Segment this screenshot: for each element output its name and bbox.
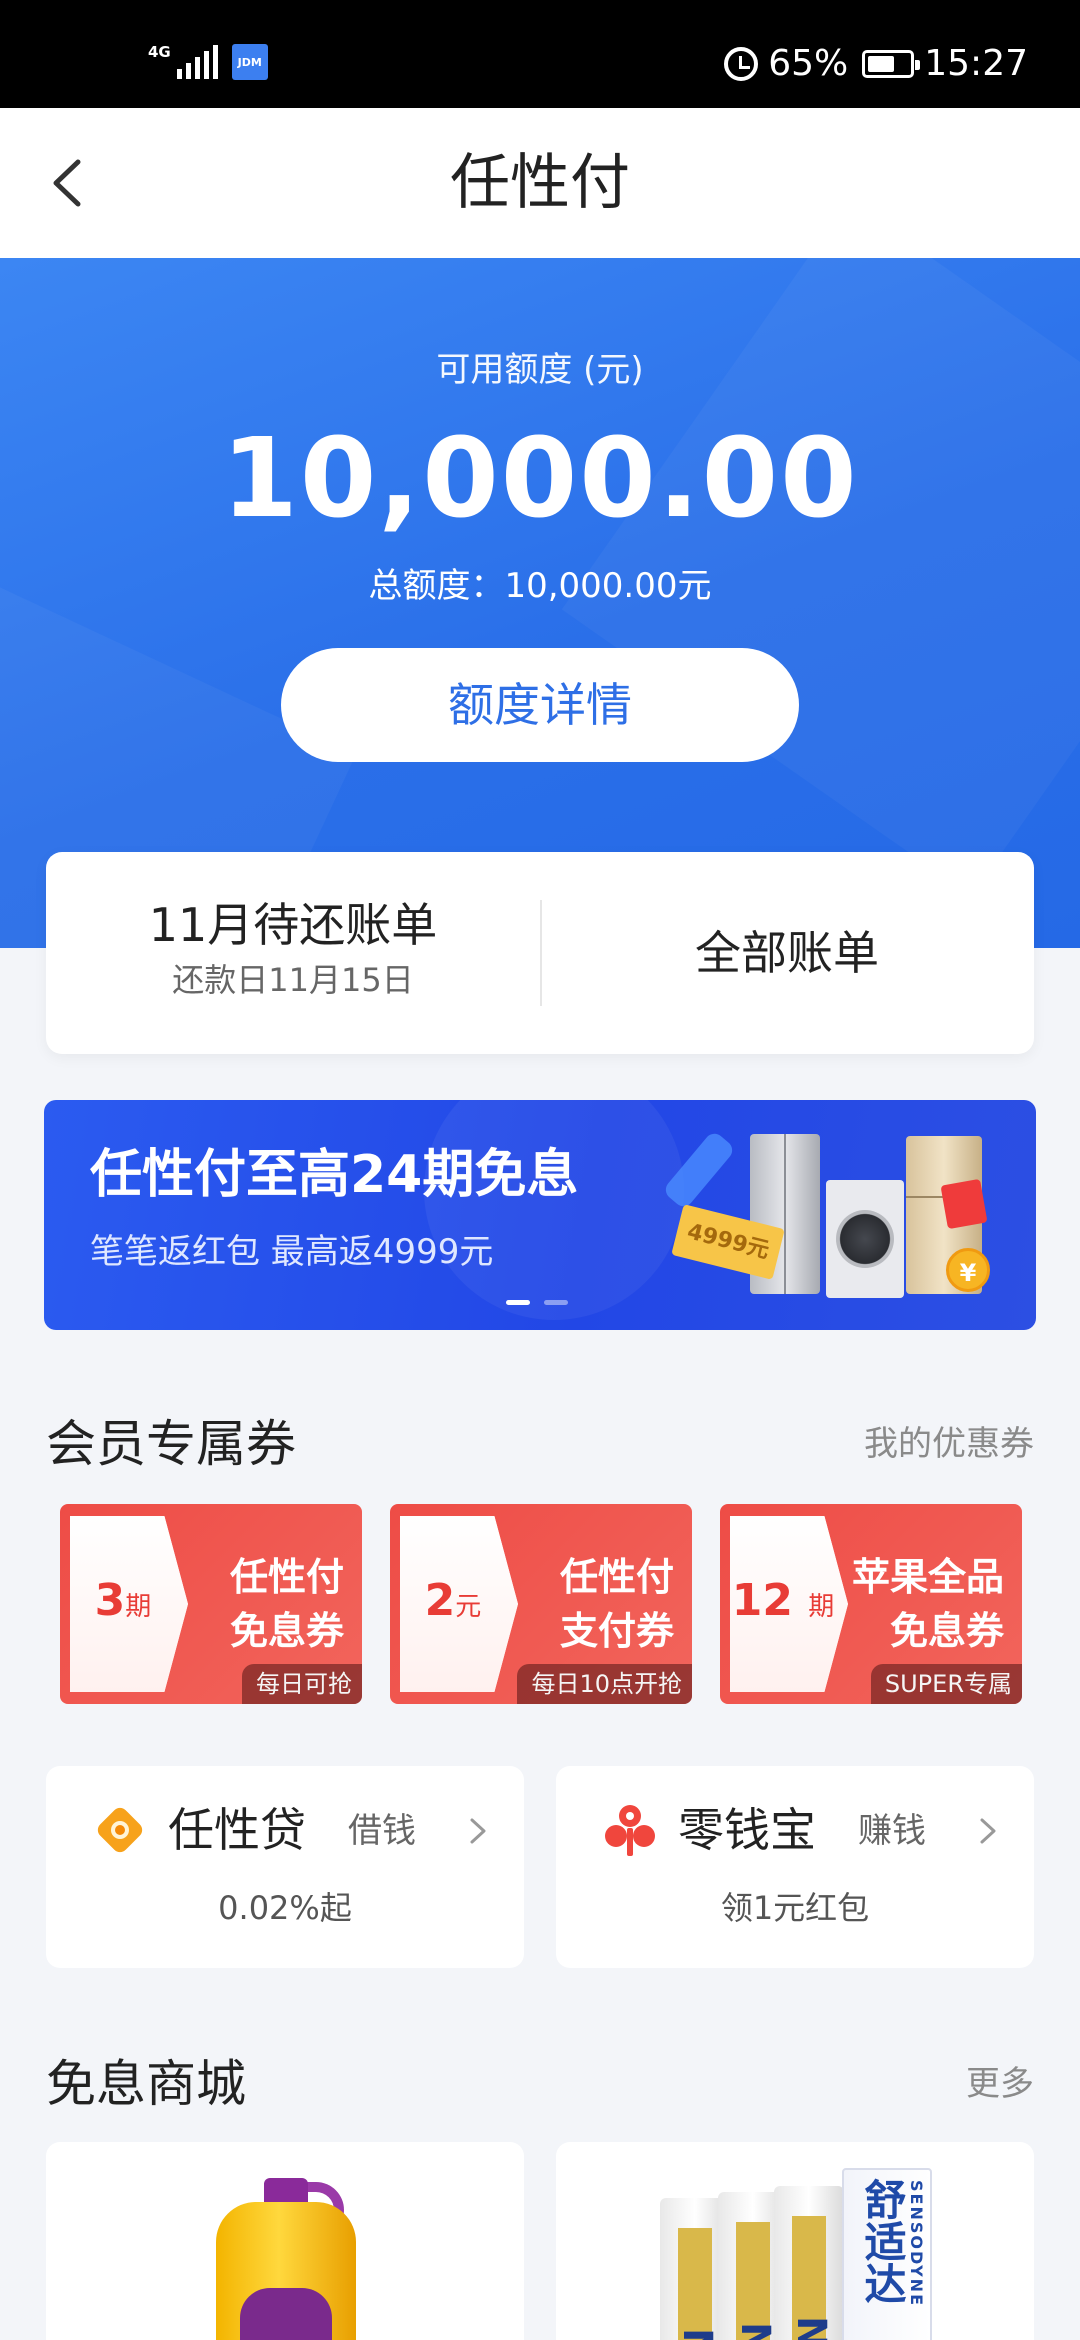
current-bill[interactable]: 11月待还账单 还款日11月15日 — [46, 852, 540, 1054]
service-card-loan[interactable]: 任性贷 借钱 0.02%起 — [46, 1766, 524, 1968]
chevron-right-icon — [470, 1818, 486, 1844]
chevron-right-icon — [980, 1818, 996, 1844]
banner-title: 任性付至高24期免息 — [90, 1145, 579, 1205]
total-credit: 总额度：10,000.00元 — [368, 566, 712, 606]
carousel-dot[interactable] — [544, 1300, 568, 1305]
service-name: 任性贷 — [168, 1803, 306, 1857]
mall-more-link[interactable]: 更多 — [966, 2054, 1034, 2114]
coupon-value-area: 2元 — [400, 1516, 518, 1692]
all-bills-button[interactable]: 全部账单 — [540, 852, 1034, 1054]
washer-image — [826, 1180, 904, 1298]
service-description: 0.02%起 — [218, 1889, 352, 1927]
coupon-name: 苹果全品 免息券 — [851, 1555, 1004, 1653]
bill-divider — [540, 900, 542, 1006]
current-bill-title: 11月待还账单 — [148, 898, 438, 952]
clock: 15:27 — [924, 43, 1028, 84]
coupon-name: 任性付 支付券 — [559, 1555, 674, 1653]
nav-bar: 任性付 — [0, 108, 1080, 258]
available-credit-amount: 10,000.00 — [221, 414, 859, 542]
mall-section-title: 免息商城 — [46, 2055, 246, 2113]
wallet-icon — [605, 1805, 655, 1856]
page-title: 任性付 — [450, 148, 630, 218]
service-card-wallet[interactable]: 零钱宝 赚钱 领1元红包 — [556, 1766, 1034, 1968]
coupon-tag: 每日10点开抢 — [517, 1664, 692, 1704]
loan-icon — [97, 1807, 143, 1853]
battery-percent: 65% — [768, 43, 849, 84]
coupon-value: 3期 — [94, 1575, 152, 1626]
network-type: 4G — [148, 43, 171, 61]
banner-subtitle: 笔笔返红包 最高返4999元 — [90, 1232, 494, 1272]
signal-icon: 4G — [148, 45, 218, 79]
banner-decoration — [424, 1100, 684, 1320]
credit-hero: 可用额度 (元) 10,000.00 总额度：10,000.00元 额度详情 — [0, 258, 1080, 948]
service-action: 借钱 — [348, 1811, 416, 1851]
red-envelope-icon — [940, 1178, 988, 1230]
coupon-card[interactable]: 2元 任性付 支付券 每日10点开抢 — [390, 1504, 692, 1704]
coupons-section-title: 会员专属券 — [46, 1415, 296, 1473]
carousel-dot[interactable] — [506, 1300, 530, 1305]
coupon-card[interactable]: 12 期 苹果全品 免息券 SUPER专属 — [720, 1504, 1022, 1704]
status-left: 4G JDM — [148, 44, 268, 80]
service-name: 零钱宝 — [678, 1803, 816, 1857]
alarm-icon — [724, 47, 759, 81]
coupon-tag: 每日可抢 — [242, 1664, 362, 1704]
product-card[interactable] — [46, 2142, 524, 2340]
appliances-image: 4999元 ¥ — [671, 1120, 1016, 1320]
coupon-tag: SUPER专属 — [870, 1664, 1022, 1704]
status-right: 65% 15:27 — [724, 44, 1028, 84]
coin-icon: ¥ — [946, 1248, 990, 1292]
my-coupons-link[interactable]: 我的优惠券 — [864, 1414, 1034, 1474]
carousel-indicator — [506, 1300, 568, 1305]
status-bar: 4G JDM 65% 15:27 — [0, 0, 1080, 108]
coupon-name: 任性付 免息券 — [229, 1555, 344, 1653]
coupon-card[interactable]: 3期 任性付 免息券 每日可抢 — [60, 1504, 362, 1704]
service-action: 赚钱 — [858, 1811, 926, 1851]
bill-card: 11月待还账单 还款日11月15日 全部账单 — [46, 852, 1034, 1054]
battery-icon — [862, 50, 921, 78]
promo-banner[interactable]: 任性付至高24期免息 笔笔返红包 最高返4999元 4999元 ¥ — [44, 1100, 1036, 1330]
available-credit-label: 可用额度 (元) — [436, 350, 644, 390]
app-badge-icon: JDM — [231, 44, 268, 80]
coupon-value: 2元 — [424, 1575, 482, 1626]
cooking-oil-image — [216, 2178, 356, 2340]
credit-detail-button[interactable]: 额度详情 — [281, 648, 799, 762]
battery-level — [868, 56, 895, 72]
coupon-value-area: 3期 — [70, 1516, 188, 1692]
repayment-date: 还款日11月15日 — [172, 961, 414, 999]
product-card[interactable]: NE NE NE 舒适达 SENSODYNE — [556, 2142, 1034, 2340]
service-description: 领1元红包 — [720, 1889, 870, 1927]
